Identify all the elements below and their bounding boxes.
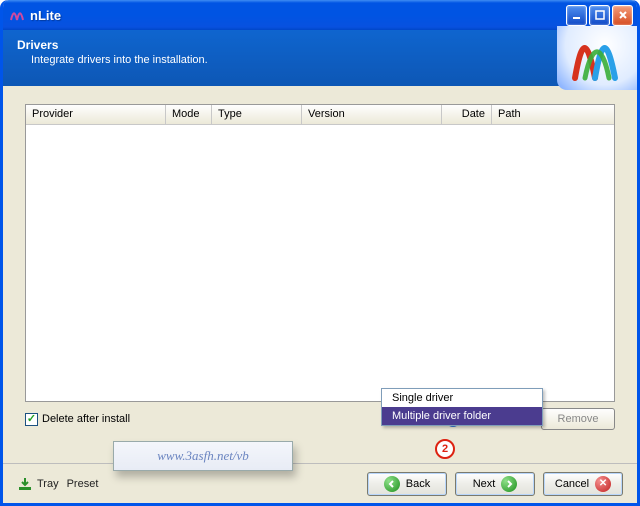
maximize-button[interactable] (589, 5, 610, 26)
back-button[interactable]: Back (367, 472, 447, 496)
arrow-left-icon (384, 476, 400, 492)
delete-after-install-label: Delete after install (42, 413, 130, 425)
check-icon: ✓ (25, 413, 38, 426)
annotation-step-badge: 2 (435, 439, 455, 459)
window-title: nLite (30, 8, 566, 23)
preset-label: Preset (67, 478, 99, 490)
arrow-right-icon (501, 476, 517, 492)
remove-button-label: Remove (558, 413, 599, 425)
menu-item-multiple-driver-folder[interactable]: Multiple driver folder (382, 407, 542, 425)
next-button[interactable]: Next (455, 472, 535, 496)
next-label: Next (473, 478, 496, 490)
page-header: Drivers Integrate drivers into the insta… (3, 30, 637, 86)
back-label: Back (406, 478, 430, 490)
table-options-row: ✓ Delete after install ? Remove Single d… (25, 408, 615, 430)
menu-item-single-driver[interactable]: Single driver (382, 389, 542, 407)
delete-after-install-checkbox[interactable]: ✓ Delete after install (25, 413, 130, 426)
close-button[interactable] (612, 5, 633, 26)
watermark-label: www.3asfh.net/vb (113, 441, 293, 471)
col-path[interactable]: Path (492, 105, 614, 124)
footer-bar: Tray Preset Back Next Cancel ✕ (3, 463, 637, 503)
titlebar[interactable]: nLite (3, 0, 637, 30)
col-provider[interactable]: Provider (26, 105, 166, 124)
window-controls (566, 5, 633, 26)
app-icon (9, 7, 25, 23)
page-subtitle: Integrate drivers into the installation. (31, 54, 623, 66)
table-header-row: Provider Mode Type Version Date Path (26, 105, 614, 125)
col-mode[interactable]: Mode (166, 105, 212, 124)
insert-context-menu: Single driver Multiple driver folder (381, 388, 543, 426)
window: nLite Drivers Integrate drivers into the… (0, 0, 640, 506)
content-area: Provider Mode Type Version Date Path ✓ D… (3, 86, 637, 440)
col-version[interactable]: Version (302, 105, 442, 124)
col-date[interactable]: Date (442, 105, 492, 124)
insert-remove-group: Remove Single driver Multiple driver fol… (467, 408, 615, 430)
tray-button[interactable]: Tray (17, 476, 59, 492)
tray-label: Tray (37, 478, 59, 490)
tray-icon (17, 476, 33, 492)
app-logo (557, 26, 637, 90)
preset-button[interactable]: Preset (67, 478, 99, 490)
col-type[interactable]: Type (212, 105, 302, 124)
cancel-label: Cancel (555, 478, 589, 490)
minimize-button[interactable] (566, 5, 587, 26)
drivers-table[interactable]: Provider Mode Type Version Date Path (25, 104, 615, 402)
page-title: Drivers (17, 38, 623, 52)
close-icon: ✕ (595, 476, 611, 492)
remove-button[interactable]: Remove (541, 408, 615, 430)
cancel-button[interactable]: Cancel ✕ (543, 472, 623, 496)
